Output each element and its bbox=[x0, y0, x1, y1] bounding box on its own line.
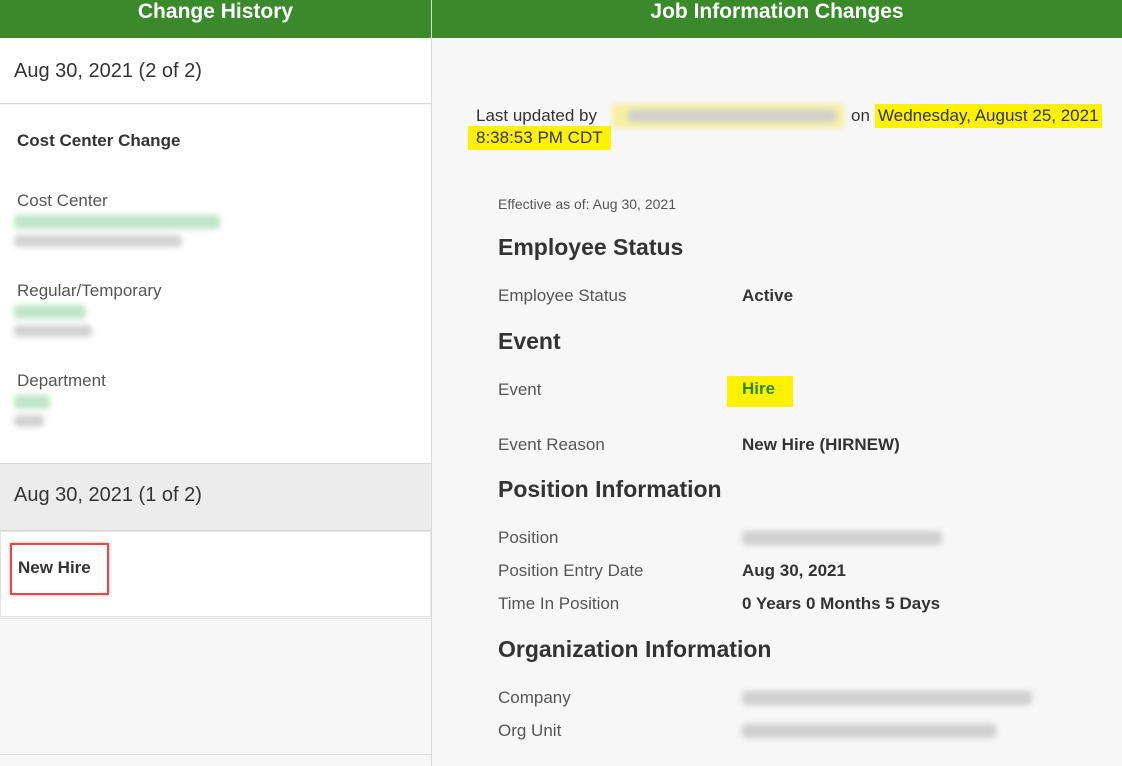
redacted-org-unit-value bbox=[742, 724, 996, 738]
redacted-old-value bbox=[14, 235, 182, 247]
last-updated-datetime: Wednesday, August 25, 2021 bbox=[875, 104, 1102, 128]
change-date-label: Aug 30, 2021 (2 of 2) bbox=[14, 60, 202, 82]
redacted-new-value bbox=[14, 215, 220, 229]
change-date-label: Aug 30, 2021 (1 of 2) bbox=[14, 484, 202, 506]
change-title: Cost Center Change bbox=[17, 131, 181, 150]
redacted-new-value bbox=[14, 305, 86, 319]
field-label: Time In Position bbox=[498, 594, 620, 613]
last-updated-time: 8:38:53 PM CDT bbox=[468, 126, 611, 150]
field-value: 0 Years 0 Months 5 Days bbox=[742, 594, 941, 613]
redacted-new-value bbox=[14, 395, 50, 409]
section-title-event: Event bbox=[498, 328, 561, 354]
redacted-user-name-text bbox=[628, 110, 836, 122]
field-label: Position bbox=[498, 528, 559, 547]
last-updated-prefix: Last updated by bbox=[476, 106, 597, 125]
field-label: Company bbox=[498, 688, 571, 707]
redacted-position-value bbox=[742, 531, 942, 545]
change-date-row-2of2[interactable]: Aug 30, 2021 (2 of 2) bbox=[0, 38, 431, 104]
redacted-old-value bbox=[14, 325, 92, 337]
field-label: Event bbox=[498, 380, 542, 399]
annotation-highlight-box bbox=[10, 543, 109, 595]
field-label-regular-temporary: Regular/Temporary bbox=[17, 281, 162, 300]
field-label: Employee Status bbox=[498, 286, 627, 305]
field-label: Position Entry Date bbox=[498, 561, 644, 580]
field-value: Aug 30, 2021 bbox=[742, 561, 846, 580]
field-label-cost-center: Cost Center bbox=[17, 191, 108, 210]
last-updated-on: on bbox=[851, 106, 870, 125]
change-date-row-1of2[interactable]: Aug 30, 2021 (1 of 2) bbox=[0, 463, 431, 531]
section-title-position-information: Position Information bbox=[498, 476, 722, 502]
effective-date: Effective as of: Aug 30, 2021 bbox=[498, 196, 676, 212]
divider bbox=[0, 618, 431, 619]
event-value-hire: Hire bbox=[727, 376, 794, 407]
redacted-old-value bbox=[14, 415, 44, 427]
redacted-company-value bbox=[742, 691, 1032, 705]
section-title-employee-status: Employee Status bbox=[498, 234, 684, 260]
divider bbox=[0, 754, 431, 755]
field-value: New Hire (HIRNEW) bbox=[742, 435, 900, 454]
field-value: Active bbox=[742, 286, 794, 305]
cost-center-change-item[interactable]: Cost Center Change Cost Center Regular/T… bbox=[0, 105, 431, 463]
section-title-organization-information: Organization Information bbox=[498, 636, 772, 662]
job-information-header: Job Information Changes bbox=[432, 0, 1122, 38]
change-history-header: Change History bbox=[0, 0, 431, 38]
field-label: Org Unit bbox=[498, 721, 562, 740]
field-label-department: Department bbox=[17, 371, 106, 390]
field-label: Event Reason bbox=[498, 435, 605, 454]
change-history-panel: Change History Aug 30, 2021 (2 of 2) Cos… bbox=[0, 0, 431, 766]
